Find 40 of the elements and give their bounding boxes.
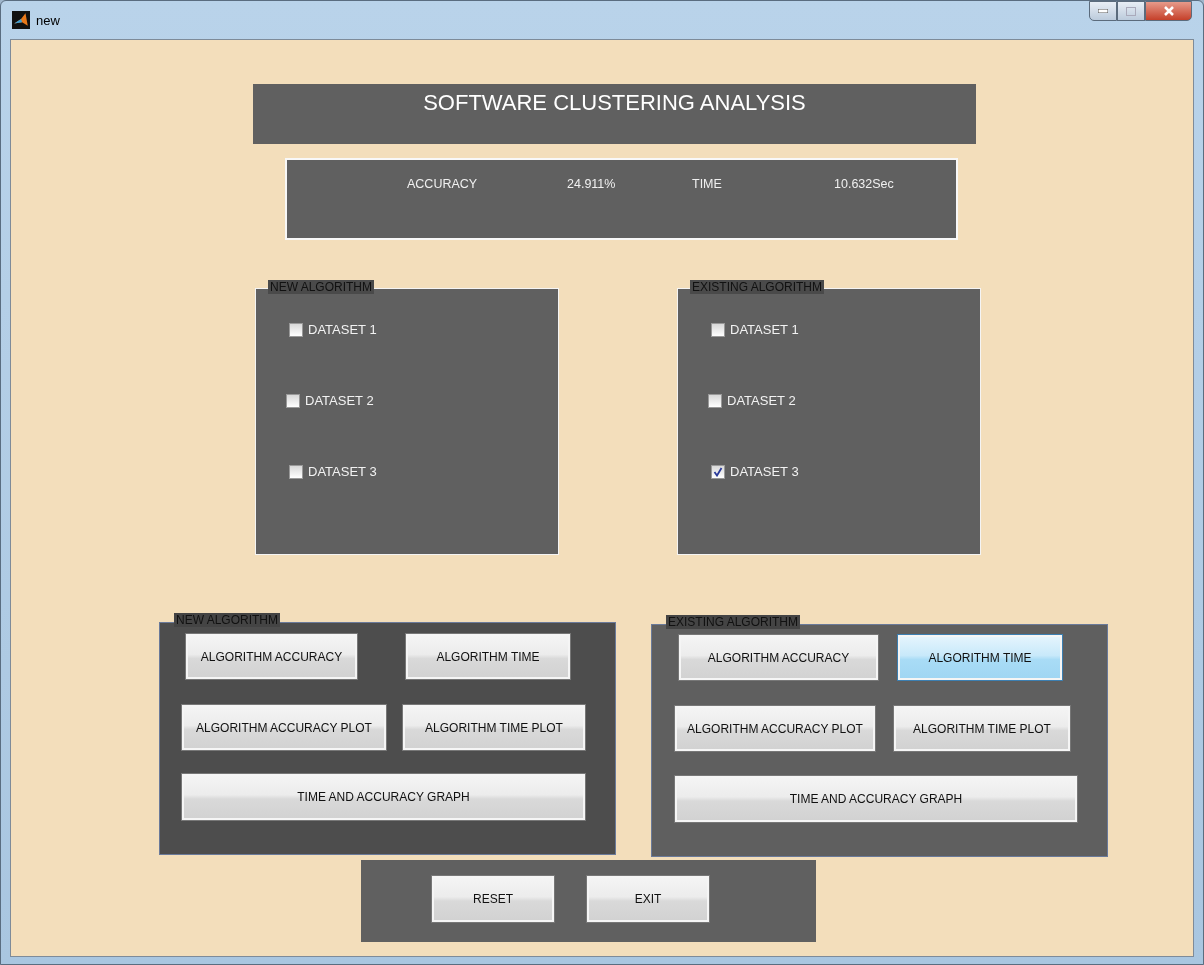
time-value: 10.632Sec: [834, 177, 894, 191]
algorithm-button[interactable]: ALGORITHM ACCURACY: [186, 634, 357, 679]
reset-button[interactable]: RESET: [432, 876, 554, 922]
algorithm-button[interactable]: TIME AND ACCURACY GRAPH: [675, 776, 1077, 822]
accuracy-value: 24.911%: [567, 177, 616, 191]
maximize-icon: [1126, 6, 1136, 16]
checkbox-label: DATASET 3: [308, 464, 377, 479]
panel-title: NEW ALGORITHM: [268, 280, 374, 294]
algorithm-button[interactable]: ALGORITHM ACCURACY PLOT: [675, 706, 875, 751]
checkbox-label: DATASET 2: [727, 393, 796, 408]
checkbox-label: DATASET 1: [730, 322, 799, 337]
algorithm-button[interactable]: TIME AND ACCURACY GRAPH: [182, 774, 585, 820]
time-label: TIME: [692, 177, 722, 191]
checkbox-label: DATASET 3: [730, 464, 799, 479]
checkbox-label: DATASET 2: [305, 393, 374, 408]
algorithm-button[interactable]: ALGORITHM TIME PLOT: [894, 706, 1070, 751]
exit-button[interactable]: EXIT: [587, 876, 709, 922]
close-button[interactable]: [1145, 1, 1192, 21]
checkbox[interactable]: [708, 393, 722, 408]
panel-title: EXISTING ALGORITHM: [690, 280, 825, 294]
checkbox[interactable]: [711, 322, 725, 337]
algorithm-button[interactable]: ALGORITHM ACCURACY PLOT: [182, 705, 386, 750]
app-title: SOFTWARE CLUSTERING ANALYSIS: [423, 90, 806, 117]
close-icon: [1163, 6, 1174, 16]
checkbox[interactable]: [289, 464, 303, 479]
check-icon: [713, 466, 723, 477]
algorithm-button[interactable]: ALGORITHM TIME: [898, 635, 1062, 680]
checkbox-label: DATASET 1: [308, 322, 377, 337]
checkbox[interactable]: [289, 322, 303, 337]
minimize-icon: [1098, 9, 1108, 13]
app-logo-icon: [12, 11, 30, 29]
algorithm-button[interactable]: ALGORITHM TIME PLOT: [403, 705, 585, 750]
algorithm-button[interactable]: ALGORITHM TIME: [406, 634, 570, 679]
algorithm-button[interactable]: ALGORITHM ACCURACY: [679, 635, 878, 680]
accuracy-label: ACCURACY: [407, 177, 478, 191]
checkbox[interactable]: [286, 393, 300, 408]
window-title: new: [36, 12, 60, 28]
maximize-button[interactable]: [1117, 1, 1145, 21]
checkbox[interactable]: [711, 464, 725, 479]
minimize-button[interactable]: [1089, 1, 1117, 21]
